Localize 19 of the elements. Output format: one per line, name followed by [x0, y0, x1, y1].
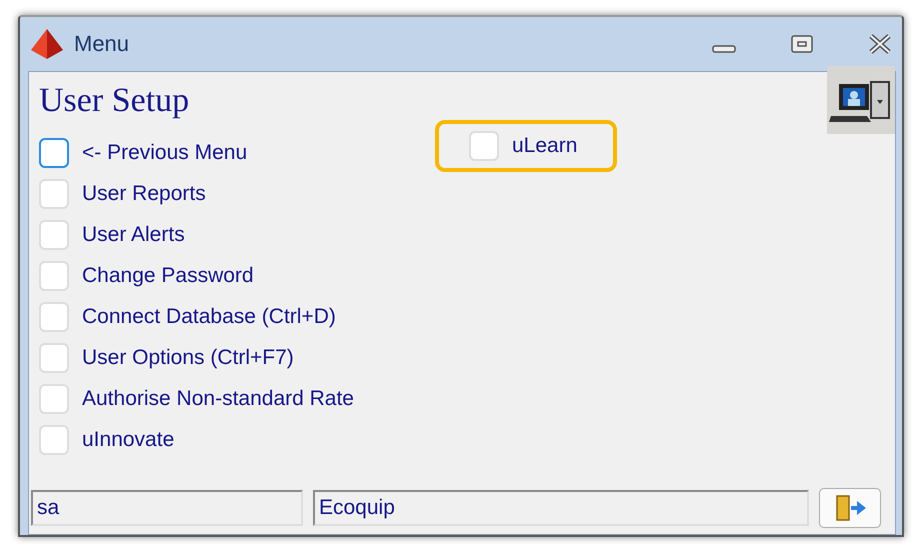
exit-button[interactable]: [819, 488, 881, 528]
checkbox[interactable]: [39, 138, 69, 168]
pyramid-icon: [30, 28, 64, 60]
menu-option[interactable]: uLearn: [435, 120, 618, 172]
menu-option[interactable]: User Options (Ctrl+F7): [39, 337, 294, 378]
menu-option[interactable]: User Alerts: [39, 214, 185, 255]
maximize-icon[interactable]: [790, 34, 814, 54]
menu-option[interactable]: <- Previous Menu: [39, 132, 248, 173]
page-heading: User Setup: [39, 82, 190, 120]
menu-option[interactable]: User Reports: [39, 173, 206, 214]
menu-option[interactable]: uInnovate: [39, 419, 174, 460]
user-field: sa: [31, 490, 303, 526]
menu-option[interactable]: Change Password: [39, 255, 254, 296]
company-field: Ecoquip: [313, 490, 809, 526]
computer-icon: [827, 66, 895, 134]
menu-option[interactable]: Connect Database (Ctrl+D): [39, 296, 336, 337]
close-icon[interactable]: [868, 34, 892, 54]
window-title: Menu: [74, 31, 130, 57]
menu-option[interactable]: Authorise Non-standard Rate: [39, 378, 354, 419]
